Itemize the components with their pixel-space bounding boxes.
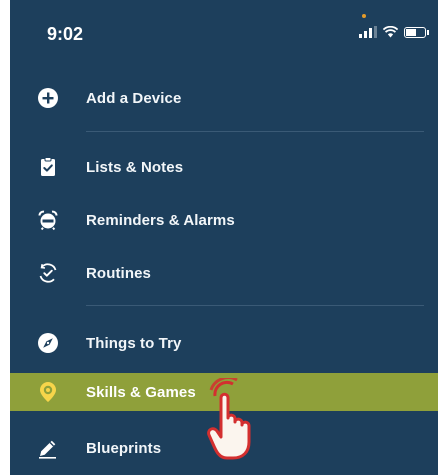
plus-circle-icon (38, 88, 58, 108)
menu-divider (86, 131, 424, 132)
location-pin-icon (40, 382, 56, 402)
status-time: 9:02 (47, 24, 84, 44)
clipboard-check-icon (41, 157, 55, 176)
menu-item-things-to-try[interactable]: Things to Try (10, 319, 438, 367)
menu-item-lists-notes[interactable]: Lists & Notes (10, 143, 438, 191)
signal-icon (359, 26, 377, 38)
alarm-clock-icon (38, 210, 58, 231)
pencil-icon (39, 440, 56, 459)
menu-item-label: Add a Device (86, 89, 182, 107)
menu-item-label: Blueprints (86, 439, 162, 457)
menu-item-label: Things to Try (86, 334, 182, 352)
routines-icon (39, 263, 57, 283)
status-icons (359, 14, 429, 38)
menu-item-label: Lists & Notes (86, 158, 184, 176)
menu-item-label: Routines (86, 264, 151, 282)
status-bar: 9:02 (10, 0, 438, 70)
menu-item-label: Reminders & Alarms (86, 211, 235, 229)
pointer-hand-icon (207, 378, 251, 460)
menu-item-reminders-alarms[interactable]: Reminders & Alarms (10, 196, 438, 244)
menu-item-label: Skills & Games (86, 383, 196, 401)
battery-icon (404, 26, 429, 38)
wifi-icon (383, 26, 398, 38)
app-screen: 9:02 Add a Device Lists & Notes Reminder… (10, 0, 438, 475)
menu-divider (86, 305, 424, 306)
menu-item-add-a-device[interactable]: Add a Device (10, 74, 438, 122)
status-dot-icon (362, 14, 366, 18)
compass-icon (38, 333, 58, 353)
menu-item-routines[interactable]: Routines (10, 249, 438, 297)
